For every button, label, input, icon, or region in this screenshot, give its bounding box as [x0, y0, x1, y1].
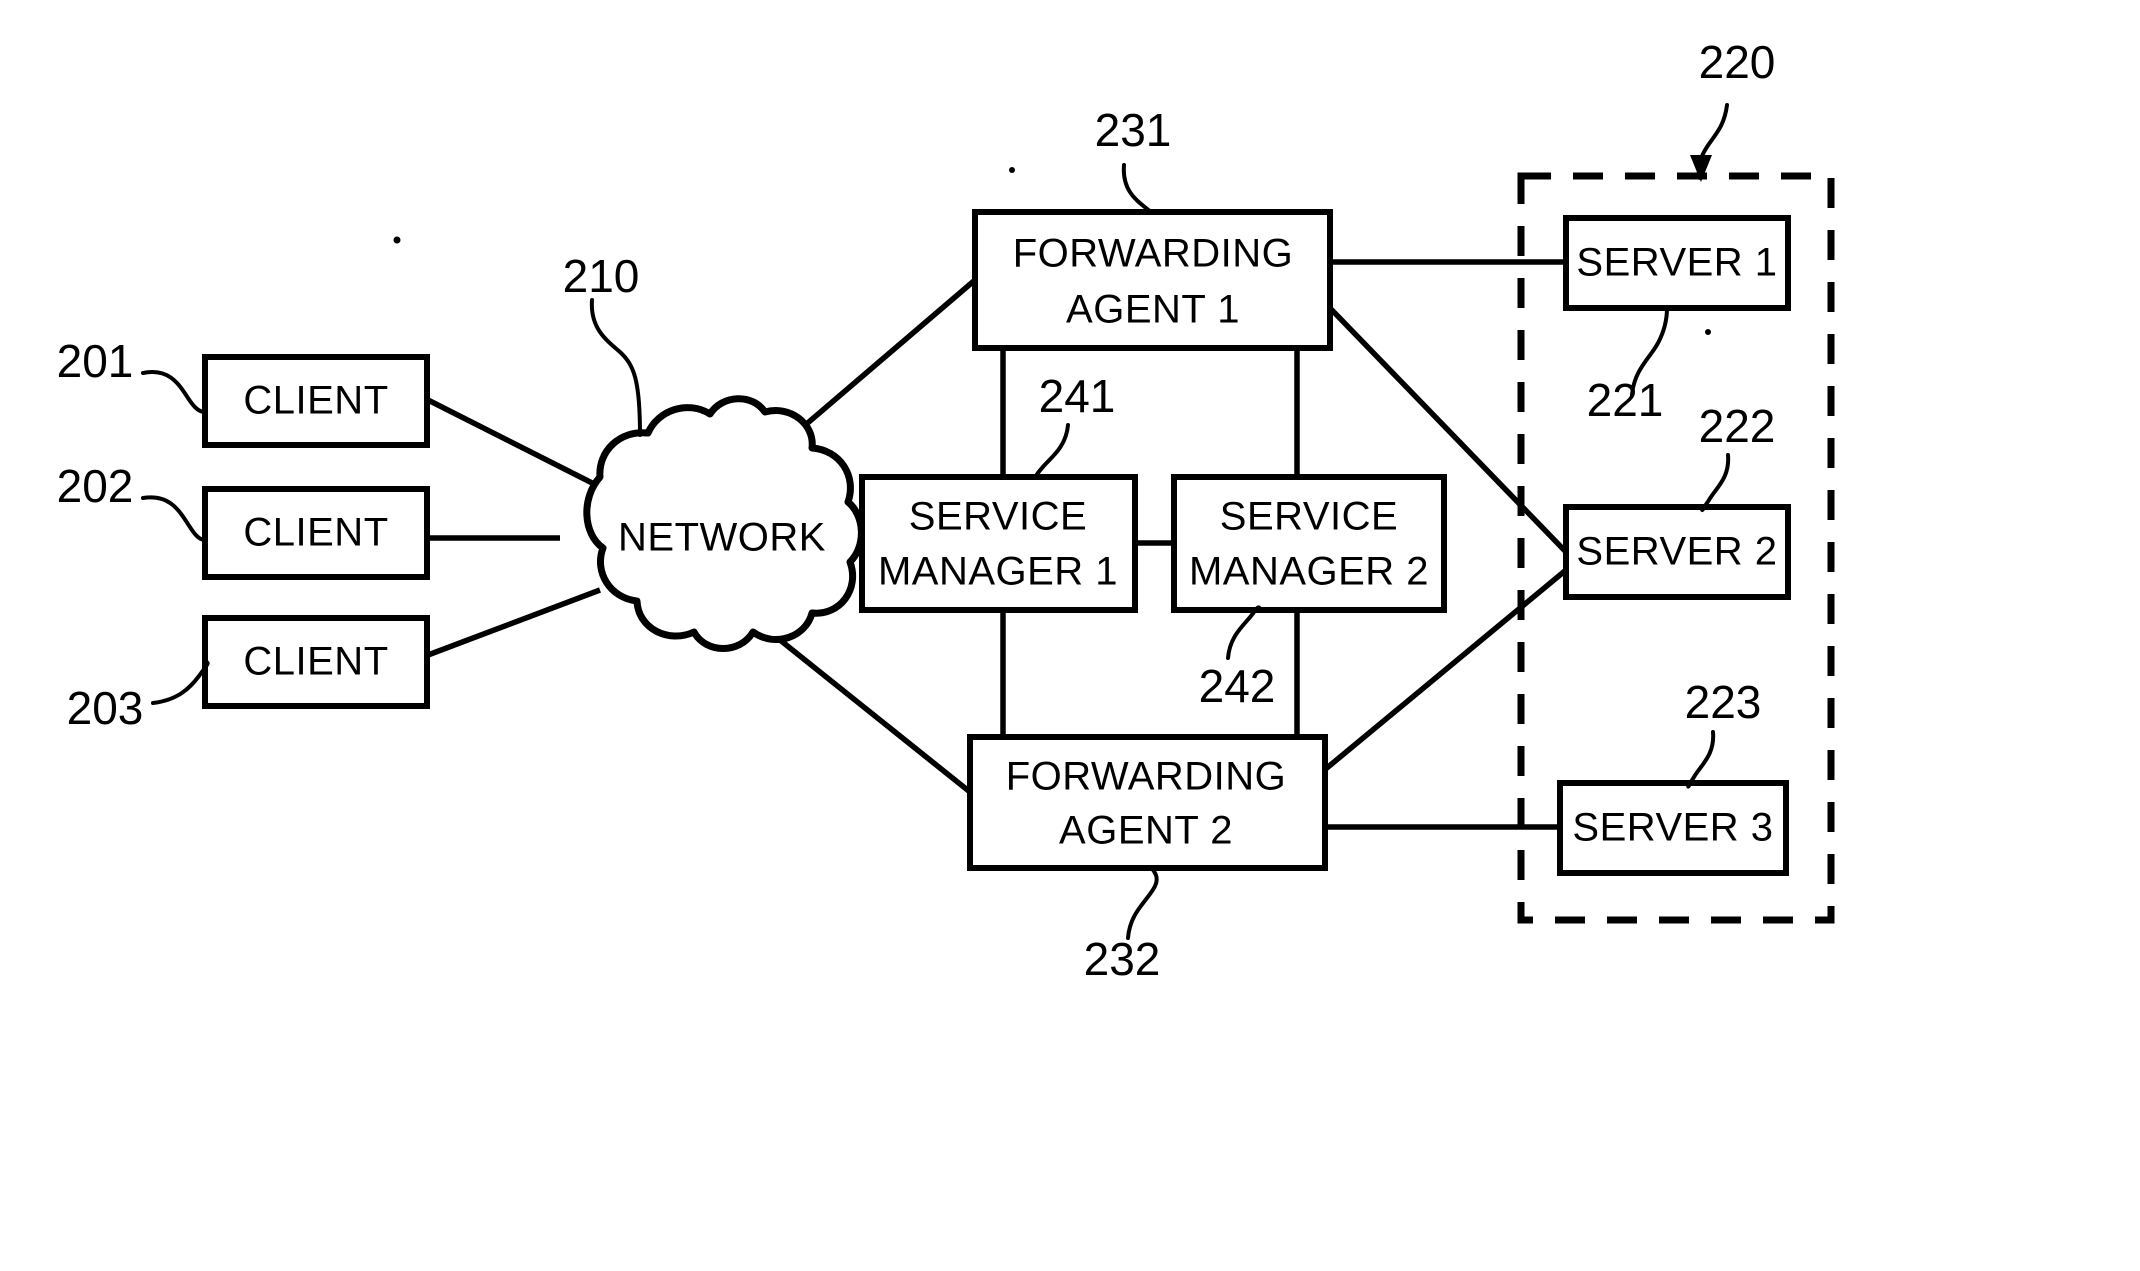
forwarding-agent-2-node[interactable]: FORWARDING AGENT 2: [967, 734, 1328, 871]
client-2-node[interactable]: CLIENT: [202, 486, 430, 580]
client-3-label: CLIENT: [243, 640, 388, 684]
leader-242: [1226, 605, 1262, 660]
leader-201: [141, 370, 207, 414]
client-2-label: CLIENT: [243, 511, 388, 555]
ref-number-223: 223: [1685, 676, 1762, 728]
leader-202: [141, 495, 207, 542]
service-manager-2-label-line1: SERVICE: [1220, 495, 1398, 539]
ref-number-210: 210: [563, 250, 640, 302]
client-1-node[interactable]: CLIENT: [202, 354, 430, 448]
client-1-label: CLIENT: [243, 379, 388, 423]
ref-number-221: 221: [1587, 374, 1664, 426]
link-client1-network: [426, 397, 612, 495]
ref-number-201: 201: [57, 335, 134, 387]
leader-232: [1126, 866, 1159, 940]
server-1-label: SERVER 1: [1576, 241, 1777, 285]
service-manager-2-node[interactable]: SERVICE MANAGER 2: [1171, 474, 1447, 613]
link-client3-network: [427, 587, 601, 658]
network-architecture-diagram: CLIENT CLIENT CLIENT NETWORK FORWARDING …: [57, 36, 1835, 985]
service-manager-1-node[interactable]: SERVICE MANAGER 1: [859, 474, 1138, 613]
server-3-label: SERVER 3: [1572, 806, 1773, 850]
ref-number-202: 202: [57, 460, 134, 512]
scan-speck-1: [393, 236, 401, 244]
ref-number-222: 222: [1699, 400, 1776, 452]
leader-210: [589, 298, 642, 437]
scan-speck-3: [1705, 329, 1711, 335]
forwarding-agent-1-node[interactable]: FORWARDING AGENT 1: [972, 209, 1333, 351]
figure-canvas: CLIENT CLIENT CLIENT NETWORK FORWARDING …: [0, 0, 2140, 1271]
client-3-node[interactable]: CLIENT: [202, 615, 430, 709]
service-manager-1-label-line2: MANAGER 1: [878, 550, 1118, 594]
forwarding-agent-2-label-line1: FORWARDING: [1006, 755, 1287, 799]
ref-number-203: 203: [67, 682, 144, 734]
leader-231: [1121, 163, 1155, 215]
service-manager-1-label-line1: SERVICE: [909, 495, 1087, 539]
ref-number-232: 232: [1084, 933, 1161, 985]
link-network-fa2: [753, 617, 972, 795]
leader-223: [1686, 730, 1716, 789]
forwarding-agent-2-label-line2: AGENT 2: [1059, 809, 1233, 853]
ref-number-220: 220: [1699, 36, 1776, 88]
ref-number-242: 242: [1199, 660, 1276, 712]
service-manager-2-label-line2: MANAGER 2: [1189, 550, 1429, 594]
network-cloud-label: NETWORK: [618, 516, 826, 560]
forwarding-agent-1-label-line2: AGENT 1: [1066, 288, 1240, 332]
ref-number-231: 231: [1095, 104, 1172, 156]
forwarding-agent-1-label-line1: FORWARDING: [1013, 232, 1294, 276]
server-2-label: SERVER 2: [1576, 530, 1777, 574]
leader-222: [1700, 453, 1731, 513]
scan-speck-2: [1009, 167, 1015, 173]
server-1-node[interactable]: SERVER 1: [1563, 215, 1791, 311]
server-2-node[interactable]: SERVER 2: [1563, 504, 1791, 600]
server-3-node[interactable]: SERVER 3: [1557, 780, 1789, 876]
leader-241: [1033, 423, 1070, 479]
leader-203: [151, 660, 210, 705]
network-cloud-node[interactable]: NETWORK: [583, 395, 865, 652]
ref-number-241: 241: [1039, 370, 1116, 422]
